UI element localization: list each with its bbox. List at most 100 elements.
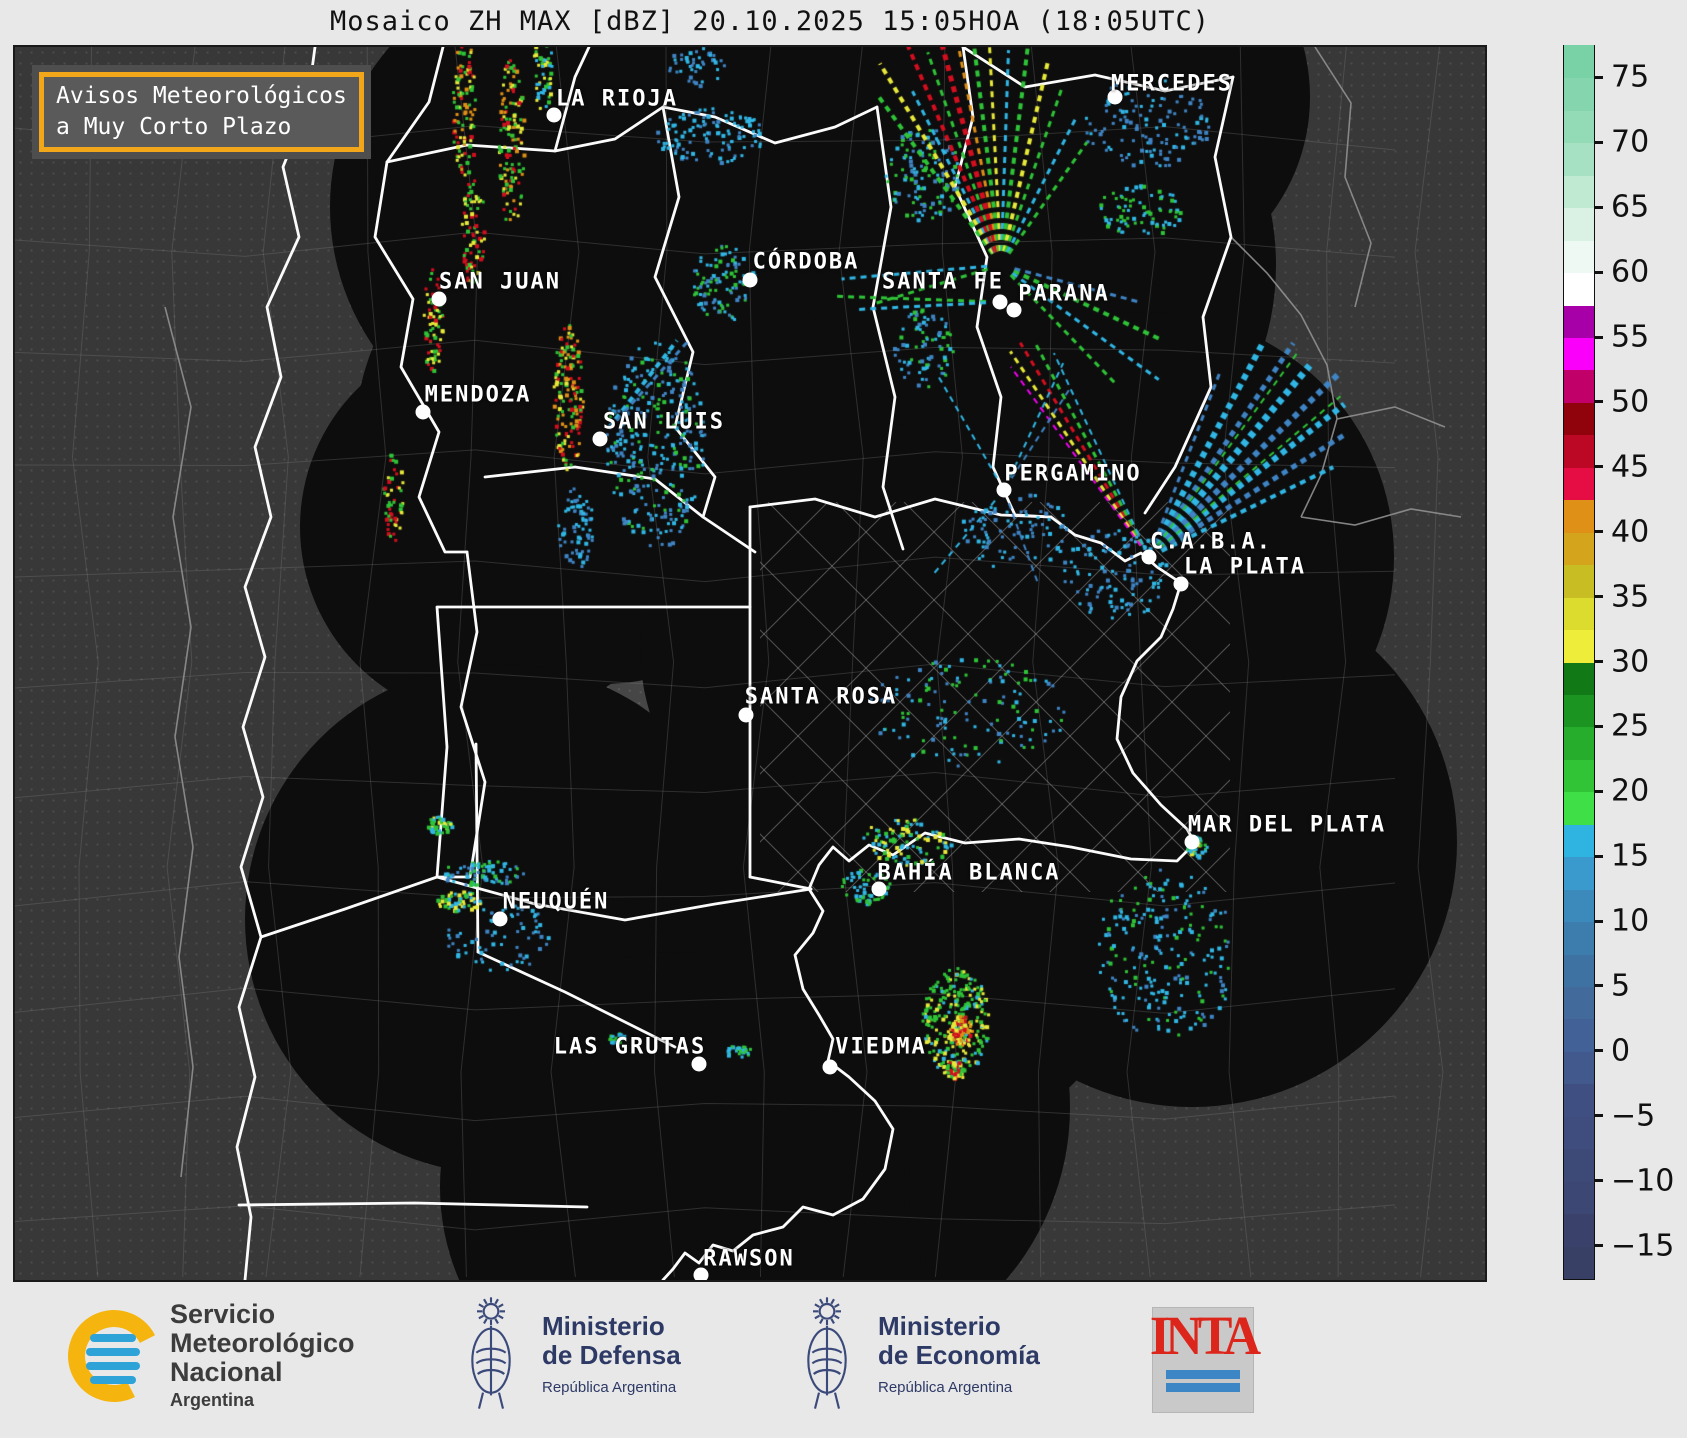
city-label: SAN JUAN (439, 269, 561, 295)
colorbar-segment (1564, 597, 1594, 631)
colorbar-tick-label: 50 (1611, 384, 1650, 420)
city-label: LAS GRUTAS (553, 1034, 707, 1060)
colorbar-segment (1564, 110, 1594, 144)
inta-logo: INTA (1150, 1307, 1261, 1413)
colorbar-segment (1564, 824, 1594, 858)
colorbar-segment (1564, 240, 1594, 274)
city-label: MERCEDES (1111, 71, 1233, 97)
city-label: PERGAMINO (1004, 461, 1142, 487)
colorbar-tick-label: 65 (1611, 189, 1650, 225)
colorbar-tick (1594, 919, 1603, 923)
colorbar-tick (1594, 400, 1603, 404)
colorbar-tick-label: −15 (1611, 1228, 1675, 1264)
city-label: LA RIOJA (556, 86, 678, 112)
colorbar-segment (1564, 337, 1594, 371)
colorbar-segment (1564, 986, 1594, 1020)
colorbar-segment (1564, 694, 1594, 728)
colorbar-segment (1564, 434, 1594, 468)
radar-echoes-canvas (15, 47, 1485, 1280)
smn-logo-text: Servicio Meteorológico Nacional Argentin… (170, 1299, 355, 1411)
colorbar-segment (1564, 759, 1594, 793)
page-title: Mosaico ZH MAX [dBZ] 20.10.2025 15:05HOA… (329, 6, 1211, 37)
colorbar-segment (1564, 661, 1594, 695)
colorbar-segment (1564, 921, 1594, 955)
colorbar-segment (1564, 726, 1594, 760)
colorbar-tick-label: −10 (1611, 1163, 1675, 1199)
colorbar-segment (1564, 856, 1594, 890)
colorbar-segment (1564, 532, 1594, 566)
city-label: PARANA (1018, 281, 1110, 307)
colorbar-segment (1564, 1181, 1594, 1215)
city-label: NEUQUÉN (502, 889, 610, 915)
alert-line-2: a Muy Corto Plazo (56, 114, 292, 140)
colorbar-tick-label: 25 (1611, 708, 1650, 744)
colorbar-segment (1564, 207, 1594, 241)
ministerio-defensa-logo: Ministerio de Defensa República Argentin… (452, 1294, 681, 1414)
colorbar-tick (1594, 1049, 1603, 1053)
colorbar-tick (1594, 75, 1603, 79)
city-label: SAN LUIS (603, 409, 725, 435)
colorbar-tick-label: 55 (1611, 319, 1650, 355)
colorbar-tick (1594, 1244, 1603, 1248)
colorbar-tick (1594, 335, 1603, 339)
smn-logo: Servicio Meteorológico Nacional Argentin… (56, 1297, 355, 1414)
colorbar-tick (1594, 789, 1603, 793)
colorbar-tick-label: 30 (1611, 644, 1650, 679)
colorbar-tick-label: 20 (1611, 773, 1650, 809)
colorbar-tick-label: 35 (1611, 579, 1650, 615)
colorbar-tick-label: 60 (1611, 254, 1650, 290)
colorbar-tick (1594, 854, 1603, 858)
city-dot (992, 294, 1008, 310)
colorbar-segment (1564, 791, 1594, 825)
colorbar-segment (1564, 369, 1594, 403)
colorbar-segment (1564, 1148, 1594, 1182)
city-label: BAHÍA BLANCA (877, 860, 1061, 886)
colorbar-tick-label: 0 (1611, 1033, 1631, 1069)
colorbar-segment (1564, 45, 1594, 79)
argentina-crest-icon (471, 1297, 511, 1409)
inta-bar (1166, 1383, 1240, 1392)
colorbar-segment (1564, 1245, 1594, 1279)
city-label: MAR DEL PLATA (1187, 812, 1387, 838)
colorbar-segment (1564, 629, 1594, 663)
colorbar-segment (1564, 1116, 1594, 1150)
ministerio-economia-logo: Ministerio de Economía República Argenti… (788, 1294, 1040, 1414)
colorbar-segment (1564, 304, 1594, 339)
colorbar-tick (1594, 724, 1603, 728)
city-dot (738, 707, 754, 723)
alert-line-1: Avisos Meteorológicos (56, 83, 347, 109)
radar-map: MERCEDES LA RIOJA SAN JUAN CÓRDOBA SANTA FE P… (13, 45, 1487, 1282)
city-label: RAWSON (703, 1246, 795, 1272)
colorbar-segment (1564, 467, 1594, 501)
city-label: LA PLATA (1184, 554, 1306, 580)
colorbar-segment (1564, 1083, 1594, 1117)
city-label: CÓRDOBA (752, 249, 860, 275)
colorbar-segment (1564, 402, 1594, 436)
smn-logo-icon (56, 1297, 172, 1414)
radar-mosaic-page: Mosaico ZH MAX [dBZ] 20.10.2025 15:05HOA… (0, 0, 1687, 1438)
colorbar-segment (1564, 499, 1594, 533)
colorbar-tick (1594, 1179, 1603, 1183)
city-label: SANTA ROSA (744, 684, 898, 710)
city-dot (822, 1059, 838, 1075)
colorbar-segment (1564, 175, 1594, 209)
colorbar-tick-label: 15 (1611, 838, 1650, 874)
city-label: SANTA FE (882, 269, 1004, 295)
colorbar-tick (1594, 465, 1603, 469)
colorbar-segment (1564, 1018, 1594, 1052)
colorbar-tick-label: 40 (1611, 514, 1650, 550)
reflectivity-colorbar (1563, 45, 1595, 1280)
alert-box-frame: Avisos Meteorológicos a Muy Corto Plazo (39, 72, 364, 152)
colorbar-segment (1564, 564, 1594, 598)
colorbar-tick (1594, 270, 1603, 274)
colorbar-segment (1564, 1051, 1594, 1085)
colorbar-tick-label: −5 (1611, 1098, 1656, 1134)
colorbar-tick-label: 75 (1611, 59, 1650, 95)
colorbar-tick-label: 45 (1611, 449, 1650, 485)
colorbar-tick (1594, 595, 1603, 599)
colorbar-tick (1594, 205, 1603, 209)
colorbar-segment (1564, 1213, 1594, 1247)
colorbar-segment (1564, 142, 1594, 176)
city-dot (742, 272, 758, 288)
colorbar-segment (1564, 272, 1594, 306)
